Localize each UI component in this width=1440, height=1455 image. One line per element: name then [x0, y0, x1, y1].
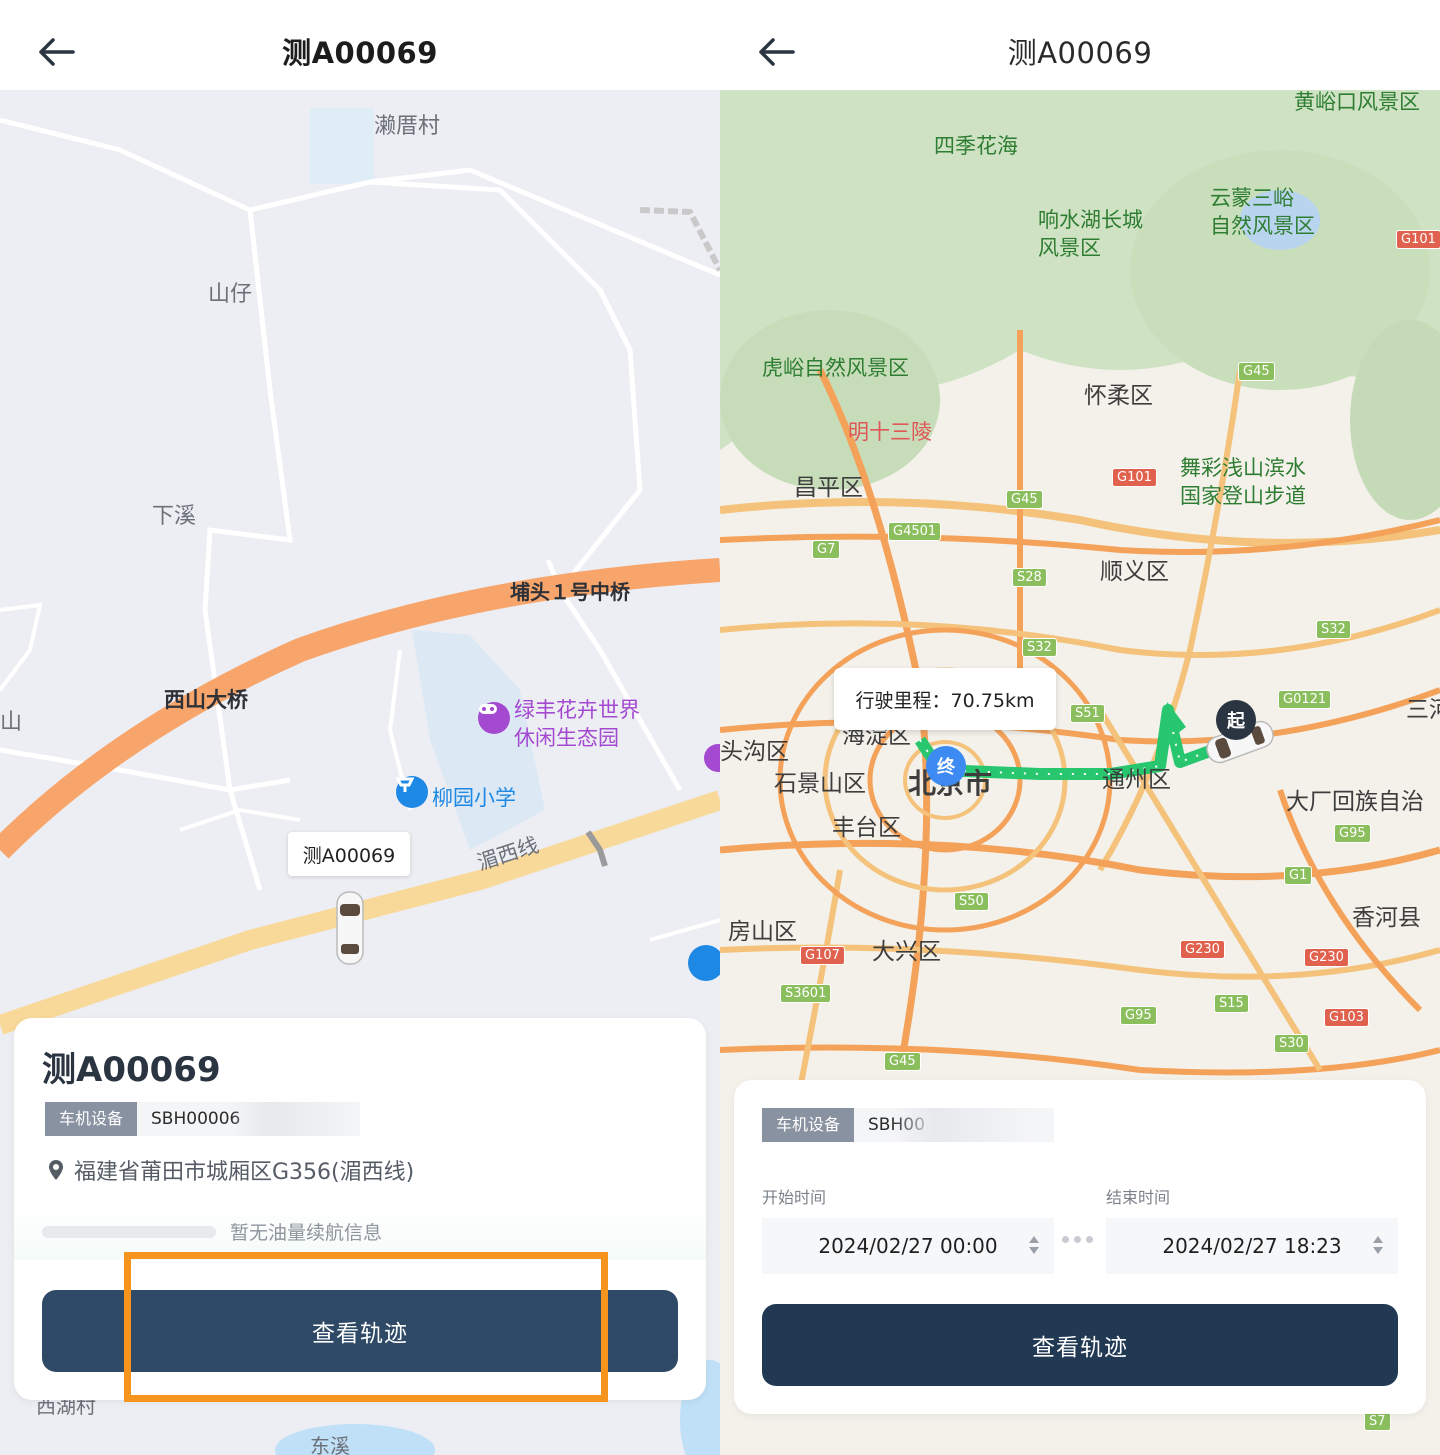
end-marker[interactable]: 终	[926, 746, 966, 786]
fuel-row: 暂无油量续航信息	[14, 1206, 706, 1260]
road-badge: G95	[1334, 824, 1371, 843]
fuel-status-text: 暂无油量续航信息	[230, 1222, 383, 1244]
right-header: 测A00069	[720, 0, 1440, 90]
map-label-scenic[interactable]: 国家登山步道	[1180, 480, 1306, 510]
road-badge: G0121	[1278, 690, 1332, 709]
road-badge: S7	[1364, 1412, 1391, 1431]
vehicle-info-card: 测A00069 车机设备 SBH00006 福建省莆田市城厢区G356(湄西线)…	[14, 1018, 706, 1400]
map-label-scenic[interactable]: 舞彩浅山滨水	[1180, 452, 1306, 482]
map-label-scenic[interactable]: 云蒙三峪	[1210, 182, 1294, 212]
redaction-blur	[230, 1102, 360, 1136]
map-label-district: 三河	[1406, 697, 1440, 723]
left-page-title: 测A00069	[282, 36, 438, 70]
map-label-poi-park[interactable]: 绿丰花卉世界	[514, 694, 640, 724]
location-pin-icon	[49, 1160, 63, 1180]
end-time-value: 2024/02/27 18:23	[1162, 1234, 1342, 1258]
sort-arrows-icon	[1028, 1234, 1040, 1256]
map-label-district: 大厂回族自治	[1286, 789, 1424, 815]
road-badge: S50	[954, 892, 989, 911]
right-page-title: 测A00069	[1007, 36, 1153, 70]
map-label-scenic[interactable]: 自然风景区	[1210, 210, 1315, 240]
track-query-card: 车机设备 SBH00 开始时间 结束时间 2024/02/27 00:00 20…	[734, 1080, 1426, 1414]
road-badge: S3601	[780, 984, 832, 1003]
right-track-screen: 测A00069 黄峪口风景区 四季花海 云蒙三峪 自然风景区 响水湖长城 风景区…	[720, 0, 1440, 1455]
road-badge: S28	[1012, 568, 1047, 587]
fuel-bar	[42, 1226, 216, 1238]
road-badge: S15	[1214, 994, 1249, 1013]
road-badge: G103	[1324, 1008, 1369, 1027]
map-label-scenic[interactable]: 响水湖长城	[1038, 204, 1143, 234]
map-label-district: 怀柔区	[1084, 383, 1153, 409]
map-label-scenic[interactable]: 风景区	[1038, 232, 1101, 262]
map-label-scenic[interactable]: 黄峪口风景区	[1294, 90, 1420, 116]
map-label-village: 濑厝村	[374, 114, 441, 139]
road-badge: G45	[1238, 362, 1275, 381]
device-tag: 车机设备	[762, 1108, 855, 1142]
start-time-value: 2024/02/27 00:00	[818, 1234, 998, 1258]
map-label-district: 顺义区	[1100, 559, 1169, 585]
car-marker-icon[interactable]	[334, 890, 366, 966]
map-label-poi-park[interactable]: 休闲生态园	[514, 722, 619, 752]
map-label-district: 丰台区	[832, 815, 901, 841]
end-time-picker[interactable]: 2024/02/27 18:23	[1106, 1218, 1398, 1274]
start-time-picker[interactable]: 2024/02/27 00:00	[762, 1218, 1054, 1274]
road-badge: G95	[1120, 1006, 1157, 1025]
map-label-poi[interactable]: 明十三陵	[848, 416, 932, 446]
road-badge: G45	[1006, 490, 1043, 509]
school-poi-icon[interactable]	[396, 776, 428, 808]
road-badge: G1	[1284, 866, 1313, 885]
redaction-blur	[892, 1108, 1032, 1142]
road-badge: G230	[1180, 940, 1225, 959]
map-label-poi-school[interactable]: 柳园小学	[432, 782, 516, 812]
end-time-label: 结束时间	[1106, 1188, 1171, 1207]
map-label-district: 房山区	[728, 919, 797, 945]
view-track-button[interactable]: 查看轨迹	[42, 1290, 678, 1372]
map-label-district: 石景山区	[774, 771, 866, 797]
park-poi-icon[interactable]	[478, 702, 510, 734]
map-label-village: 山仔	[208, 282, 253, 307]
road-badge: G101	[1396, 230, 1440, 249]
map-label-bridge: 西山大桥	[164, 688, 248, 712]
road-badge: G101	[1112, 468, 1157, 487]
road-badge: S51	[1070, 704, 1105, 723]
map-label-district: 香河县	[1352, 905, 1421, 931]
road-badge: G45	[884, 1052, 921, 1071]
road-badge: S32	[1316, 620, 1351, 639]
car-plate-label: 测A00069	[288, 832, 410, 876]
left-vehicle-screen: 测A00069 濑厝村 山仔 下溪 埔头１号中桥 西山大桥 绿丰花卉世界 休闲生…	[0, 0, 720, 1455]
view-track-button[interactable]: 查看轨迹	[762, 1304, 1398, 1386]
map-label-village: 下溪	[152, 504, 197, 529]
map-label-bridge: 埔头１号中桥	[510, 580, 630, 604]
map-label-district: 头沟区	[720, 739, 789, 765]
device-tag: 车机设备	[45, 1102, 138, 1136]
map-label-district: 大兴区	[872, 939, 941, 965]
map-label-scenic[interactable]: 四季花海	[934, 130, 1018, 160]
map-label-edge: 山	[0, 710, 23, 735]
road-badge: G230	[1304, 948, 1349, 967]
vehicle-plate: 测A00069	[42, 1050, 221, 1090]
map-label-district: 昌平区	[794, 475, 863, 501]
road-badge: G7	[812, 540, 841, 559]
sort-arrows-icon	[1372, 1234, 1384, 1256]
road-badge: G107	[800, 946, 845, 965]
mileage-tooltip: 行驶里程：70.75km	[834, 668, 1056, 730]
road-badge: G4501	[888, 522, 942, 541]
road-badge: S30	[1274, 1034, 1309, 1053]
time-separator	[1062, 1236, 1093, 1243]
map-label-district: 通州区	[1102, 767, 1171, 793]
map-label-scenic[interactable]: 虎峪自然风景区	[762, 352, 909, 382]
vehicle-address: 福建省莆田市城厢区G356(湄西线)	[48, 1154, 414, 1186]
road-badge: S32	[1022, 638, 1057, 657]
start-time-label: 开始时间	[762, 1188, 827, 1207]
left-header: 测A00069	[0, 0, 720, 90]
map-label-village: 东溪	[310, 1434, 350, 1455]
address-text: 福建省莆田市城厢区G356(湄西线)	[74, 1160, 415, 1185]
start-marker[interactable]: 起	[1216, 700, 1256, 740]
